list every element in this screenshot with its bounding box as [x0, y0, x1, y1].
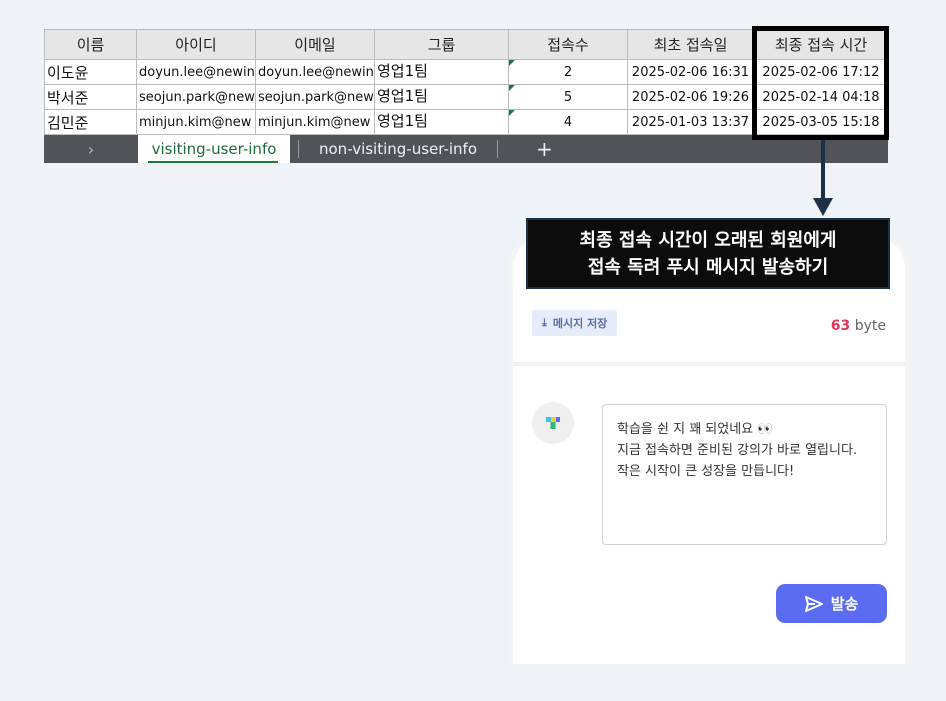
- column-header-visits[interactable]: 접속수: [508, 29, 628, 60]
- cell-group[interactable]: 영업1팀: [374, 109, 509, 135]
- save-message-button[interactable]: ⤓ 메시지 저장: [532, 310, 618, 336]
- column-header-first-visit[interactable]: 최초 접속일: [627, 29, 754, 60]
- save-message-label: 메시지 저장: [552, 317, 608, 330]
- tab-divider: [298, 140, 299, 158]
- cell-first-visit[interactable]: 2025-02-06 16:31: [627, 59, 754, 85]
- cell-id[interactable]: minjun.kim@new: [136, 109, 256, 135]
- cell-group[interactable]: 영업1팀: [374, 84, 509, 110]
- send-icon: [804, 595, 823, 612]
- callout-banner: 최종 접속 시간이 오래된 회원에게 접속 독려 푸시 메시지 발송하기: [526, 218, 890, 289]
- avatar: [532, 402, 574, 444]
- cell-first-visit[interactable]: 2025-02-06 19:26: [627, 84, 754, 110]
- cell-email[interactable]: minjun.kim@new: [255, 109, 375, 135]
- callout-line: 접속 독려 푸시 메시지 발송하기: [587, 257, 829, 278]
- table-row: 박서준 seojun.park@new seojun.park@new 영업1팀…: [44, 84, 889, 110]
- cell-visits[interactable]: 4: [508, 109, 628, 135]
- add-sheet-icon[interactable]: +: [536, 137, 553, 161]
- send-label: 발송: [830, 595, 859, 613]
- tab-visiting-user-info[interactable]: visiting-user-info: [138, 135, 290, 163]
- cell-visits[interactable]: 5: [508, 84, 628, 110]
- callout-line: 최종 접속 시간이 오래된 회원에게: [579, 230, 837, 251]
- tab-label: visiting-user-info: [151, 140, 277, 158]
- tab-non-visiting-user-info[interactable]: non-visiting-user-info: [307, 140, 489, 158]
- spreadsheet: 이름 아이디 이메일 그룹 접속수 최초 접속일 최종 접속 시간 이도윤 do…: [44, 29, 889, 163]
- cell-last-visit[interactable]: 2025-03-05 15:18: [753, 109, 889, 135]
- message-composer: 학습을 쉰 지 꽤 되었네요 👀 지금 접속하면 준비된 강의가 바로 열립니다…: [513, 366, 905, 664]
- column-header-last-visit[interactable]: 최종 접속 시간: [753, 29, 889, 60]
- cell-visits[interactable]: 2: [508, 59, 628, 85]
- byte-count: 63: [830, 318, 851, 334]
- arrow-shaft: [821, 140, 825, 202]
- cell-first-visit[interactable]: 2025-01-03 13:37: [627, 109, 754, 135]
- message-line: 작은 시작이 큰 성장을 만듭니다!: [617, 464, 795, 479]
- cell-email[interactable]: seojun.park@new: [255, 84, 375, 110]
- table-row: 김민준 minjun.kim@new minjun.kim@new 영업1팀 4…: [44, 109, 889, 135]
- sheet-tab-bar: › visiting-user-info non-visiting-user-i…: [44, 135, 888, 163]
- byte-unit: byte: [854, 318, 886, 334]
- column-header-email[interactable]: 이메일: [255, 29, 375, 60]
- cell-email[interactable]: doyun.lee@newin: [255, 59, 375, 85]
- cell-group[interactable]: 영업1팀: [374, 59, 509, 85]
- message-line: 학습을 쉰 지 꽤 되었네요 👀: [617, 422, 774, 437]
- cell-name[interactable]: 이도윤: [44, 59, 137, 85]
- download-icon: ⤓: [542, 316, 547, 329]
- column-header-group[interactable]: 그룹: [374, 29, 509, 60]
- cell-last-visit[interactable]: 2025-02-06 17:12: [753, 59, 889, 85]
- column-header-id[interactable]: 아이디: [136, 29, 256, 60]
- message-input[interactable]: 학습을 쉰 지 꽤 되었네요 👀 지금 접속하면 준비된 강의가 바로 열립니다…: [602, 404, 887, 545]
- byte-counter: 63 byte: [831, 318, 886, 334]
- cell-id[interactable]: doyun.lee@newin: [136, 59, 256, 85]
- message-line: 지금 접속하면 준비된 강의가 바로 열립니다.: [617, 443, 858, 458]
- cell-id[interactable]: seojun.park@new: [136, 84, 256, 110]
- table-row: 이도윤 doyun.lee@newin doyun.lee@newin 영업1팀…: [44, 59, 889, 85]
- brand-logo-icon: [546, 417, 560, 429]
- cell-name[interactable]: 김민준: [44, 109, 137, 135]
- cell-last-visit[interactable]: 2025-02-14 04:18: [753, 84, 889, 110]
- push-message-panel: ⤓ 메시지 저장 63 byte 학습을 쉰 지 꽤 되었네요 👀 지금 접속하…: [509, 232, 909, 664]
- column-header-name[interactable]: 이름: [44, 29, 137, 60]
- tab-divider: [497, 140, 499, 158]
- arrow-down-icon: [813, 198, 833, 216]
- send-button[interactable]: 발송: [776, 584, 887, 623]
- active-tab-underline: [148, 161, 278, 163]
- user-table: 이름 아이디 이메일 그룹 접속수 최초 접속일 최종 접속 시간 이도윤 do…: [44, 29, 889, 135]
- header-row: 이름 아이디 이메일 그룹 접속수 최초 접속일 최종 접속 시간: [44, 29, 889, 60]
- cell-name[interactable]: 박서준: [44, 84, 137, 110]
- tab-scroll-arrow-icon[interactable]: ›: [44, 140, 138, 159]
